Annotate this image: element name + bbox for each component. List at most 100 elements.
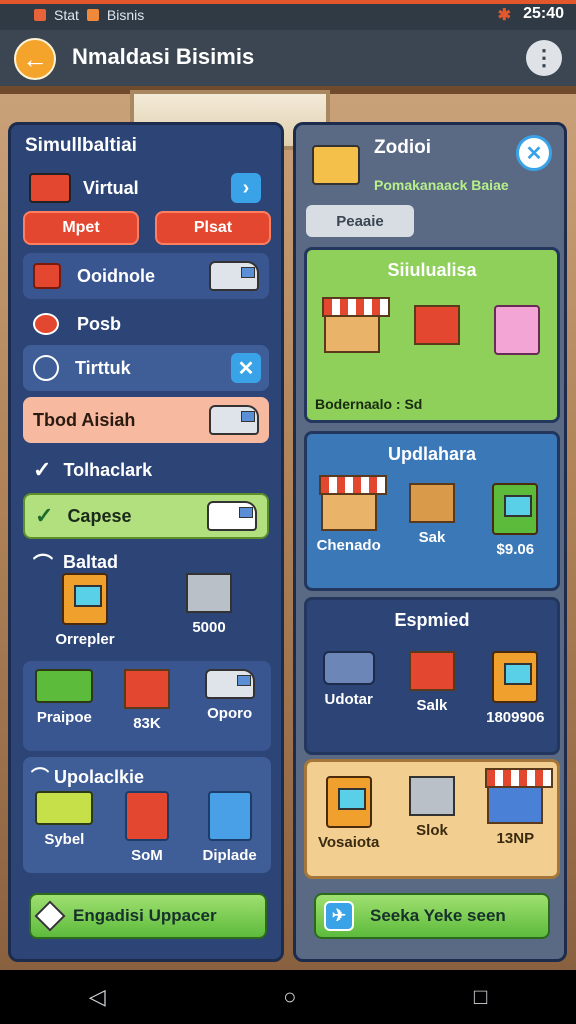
asset-caption: Diplade <box>202 847 257 864</box>
plsat-button[interactable]: Plsat <box>155 211 271 245</box>
asset-grid: Orrepler 5000 <box>23 573 271 648</box>
status-accent <box>0 0 576 4</box>
tab-peaaie[interactable]: Peaaie <box>306 205 414 237</box>
vending-machine-icon <box>492 651 539 703</box>
simulation-card[interactable]: Siiulualisa Bodernaalo : Sd <box>304 247 560 423</box>
atm-icon <box>207 791 252 841</box>
list-item-label: Baltad <box>63 551 119 572</box>
diamond-icon <box>34 900 66 932</box>
asset-cell[interactable]: Orrepler <box>45 573 125 648</box>
crate-icon <box>414 305 460 345</box>
card-title: Espmied <box>394 610 470 630</box>
mpet-button[interactable]: Mpet <box>23 211 139 245</box>
asset-caption: Oporo <box>207 705 253 722</box>
stand-icon <box>485 768 554 824</box>
search-button[interactable]: ✈ Seeka Yeke seen <box>314 893 550 939</box>
panel-title: Simullbaltiai <box>25 135 137 156</box>
app-bar: ← Nmaldasi Bisimis ⋮ <box>0 30 576 86</box>
app-notification-icon <box>34 9 46 21</box>
virtual-row[interactable]: Virtual › <box>23 165 269 211</box>
list-item[interactable]: Tirttuk ✕ <box>23 345 269 391</box>
card-item: Vosaiota <box>309 776 389 851</box>
asset-caption: 83K <box>133 715 161 732</box>
list-item[interactable]: Ooidnole <box>23 253 269 299</box>
more-options-button[interactable]: ⋮ <box>526 40 562 76</box>
badge-icon <box>33 263 61 289</box>
list-item-active[interactable]: ✓ Capese <box>23 493 269 539</box>
list-item-label: Capese <box>67 505 132 526</box>
asset-cell[interactable]: Sybel <box>24 791 104 864</box>
virtual-label: Virtual <box>83 177 139 198</box>
equipment-card[interactable]: Vosaiota Slok 13NP <box>304 759 560 879</box>
close-button[interactable]: ✕ <box>231 353 261 383</box>
expansion-card[interactable]: Espmied Udotar Salk 1809906 <box>304 597 560 755</box>
card-caption: Slok <box>416 822 448 839</box>
token-icon <box>33 313 59 335</box>
card-item: 1809906 <box>475 651 555 726</box>
plane-icon: ✈ <box>324 901 354 931</box>
game-notification-icon <box>86 9 99 21</box>
chevron-right-icon: › <box>242 176 250 199</box>
kebab-menu-icon: ⋮ <box>533 45 555 70</box>
cashier-icon <box>408 483 455 523</box>
card-title: Updlahara <box>387 444 477 464</box>
list-item-label: Tolhaclark <box>63 459 153 480</box>
display-case-icon <box>124 791 169 841</box>
asset-caption: Praipoe <box>36 709 92 726</box>
back-triangle-icon[interactable]: ◁ <box>89 984 106 1010</box>
asset-grid: Praipoe 83K Oporo <box>23 661 271 751</box>
check-icon: ✓ <box>33 457 52 482</box>
asset-cell[interactable]: Oporo <box>190 669 270 751</box>
panel-subtitle: Pomakanaack Baiae <box>374 177 509 193</box>
card-caption: Chenado <box>316 537 381 554</box>
asset-caption: 5000 <box>192 619 226 636</box>
search-button-label: Seeka Yeke seen <box>370 906 506 925</box>
close-button[interactable]: ✕ <box>516 135 552 171</box>
simulation-panel: Simullbaltiai Virtual › Mpet Plsat Ooidn… <box>8 122 284 962</box>
asset-cell[interactable]: 5000 <box>169 573 249 648</box>
back-button[interactable]: ← <box>14 38 56 80</box>
list-item-selected[interactable]: Tbod Aisiah <box>23 397 269 443</box>
status-time: 25:40 <box>523 5 564 22</box>
upgrade-card[interactable]: Updlahara Chenado Sak $9.06 <box>304 431 560 591</box>
list-item[interactable]: ✓ Tolhaclark <box>23 447 269 493</box>
van-icon <box>204 669 255 699</box>
card-item: Salk <box>392 651 472 726</box>
recents-square-icon[interactable]: □ <box>474 984 487 1010</box>
card-caption: 13NP <box>496 830 535 847</box>
card-item: Udotar <box>309 651 389 726</box>
asset-cell[interactable]: SoM <box>107 791 187 864</box>
stove-icon <box>325 776 372 828</box>
vending-machine-icon <box>62 573 108 625</box>
list-item-label: Tirttuk <box>75 357 131 378</box>
panel-title: Zodioi <box>374 137 431 158</box>
clock-icon <box>33 355 59 381</box>
asset-cell[interactable]: Diplade <box>190 791 270 864</box>
page-title: Nmaldasi Bisimis <box>72 44 255 69</box>
section-title: ⌒ Upolaclkie <box>31 763 144 789</box>
asset-caption: Orrepler <box>55 631 115 648</box>
system-nav-bar: ◁ ○ □ <box>0 970 576 1024</box>
business-panel: Zodioi Pomakanaack Baiae ✕ Peaaie Siiulu… <box>293 122 567 962</box>
card-item: $9.06 <box>475 483 555 558</box>
asset-caption: Sybel <box>44 831 85 848</box>
van-icon <box>209 405 259 435</box>
van-icon <box>207 501 257 531</box>
produce-crate-icon <box>408 651 455 691</box>
asset-cell[interactable]: Praipoe <box>24 669 104 751</box>
van-icon <box>209 261 259 291</box>
truck-icon <box>29 173 71 203</box>
cart-icon <box>123 669 170 709</box>
home-circle-icon[interactable]: ○ <box>283 984 296 1010</box>
grill-icon <box>35 669 94 703</box>
status-bar: Stat Bisnis ✱ 25:40 <box>0 0 576 30</box>
asset-cell[interactable]: 83K <box>107 669 187 751</box>
upgrade-section: ⌒ Upolaclkie Sybel SoM Diplade <box>23 757 271 873</box>
upgrade-button[interactable]: Engadisi Uppacer <box>29 893 267 939</box>
list-item-label: Tbod Aisiah <box>33 409 136 430</box>
status-left-text: Stat <box>54 7 79 23</box>
card-caption: Vosaiota <box>317 834 380 851</box>
virtual-go-button[interactable]: › <box>231 173 261 203</box>
list-item[interactable]: Posb <box>23 301 269 347</box>
shelf-icon <box>492 483 539 535</box>
